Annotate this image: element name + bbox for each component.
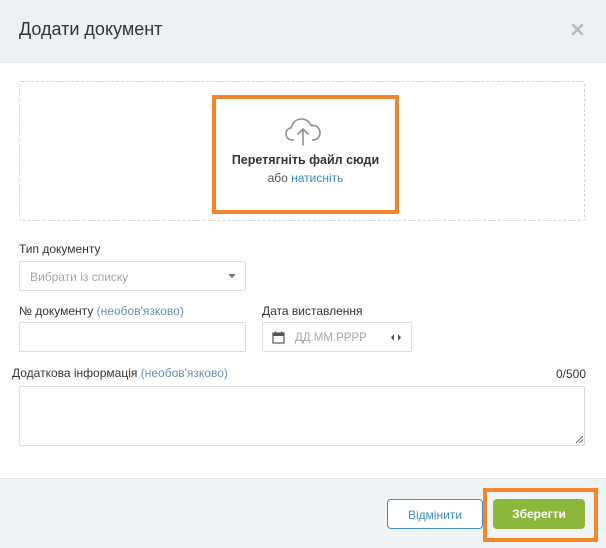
dialog-title: Додати документ <box>19 19 163 39</box>
doc-type-select[interactable]: Вибрати із списку <box>19 261 246 291</box>
char-counter: 0/500 <box>555 367 586 381</box>
add-document-dialog: Додати документ Перетягніть файл сюди аб… <box>0 0 606 548</box>
dropzone-title: Перетягніть файл сюди <box>231 153 380 167</box>
issue-date-placeholder: ДД.ММ.РРРР <box>295 332 367 344</box>
additional-info-label: Додаткова інформація (необов'язково) <box>12 366 228 380</box>
additional-info-optional: (необов'язково) <box>140 366 228 380</box>
cloud-upload-icon <box>285 118 321 146</box>
dropzone-or-text: або <box>267 171 288 185</box>
doc-type-placeholder: Вибрати із списку <box>30 270 129 284</box>
close-icon <box>571 23 584 36</box>
doc-number-input[interactable] <box>19 322 246 352</box>
close-button[interactable] <box>568 19 588 41</box>
doc-type-label: Тип документу <box>19 242 101 256</box>
dialog-header: Додати документ <box>0 0 606 63</box>
additional-info-textarea[interactable] <box>19 386 585 446</box>
date-stepper-icon[interactable] <box>390 333 402 342</box>
chevron-down-icon <box>228 274 236 278</box>
issue-date-label: Дата виставлення <box>262 304 363 318</box>
resize-grip-icon[interactable] <box>574 434 584 444</box>
cancel-button[interactable]: Відмінити <box>387 499 483 529</box>
additional-info-label-text: Додаткова інформація <box>12 366 138 380</box>
save-button[interactable]: Зберегти <box>493 499 585 529</box>
doc-number-label-text: № документу <box>19 304 94 318</box>
calendar-icon <box>272 331 285 344</box>
dropzone-click-link[interactable]: натисніть <box>291 171 343 185</box>
doc-number-optional: (необов'язково) <box>96 304 184 318</box>
dropzone-subtitle: або натисніть <box>212 171 399 185</box>
issue-date-field[interactable]: ДД.ММ.РРРР <box>262 322 412 352</box>
doc-number-label: № документу (необов'язково) <box>19 304 184 318</box>
